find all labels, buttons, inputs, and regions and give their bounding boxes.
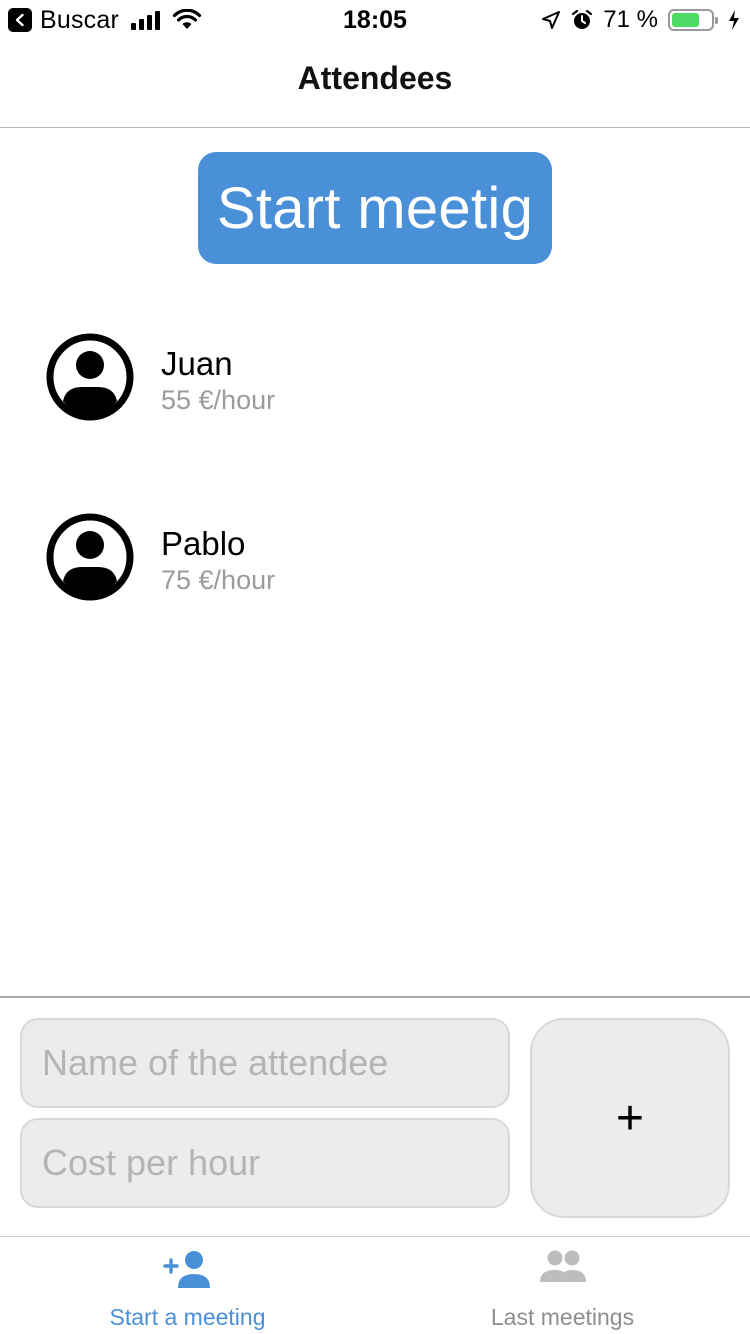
page-title: Attendees (297, 60, 453, 96)
attendee-rate: 75 €/hour (161, 565, 276, 595)
attendee-name: Juan (161, 345, 233, 382)
tab-start-a-meeting[interactable]: Start a meeting (0, 1240, 375, 1334)
battery-level-fill (672, 13, 699, 27)
tab-bar-divider (0, 1236, 750, 1237)
attendee-rate: 55 €/hour (161, 385, 276, 415)
attendee-name: Pablo (161, 525, 246, 562)
add-attendee-button[interactable]: + (530, 1018, 730, 1218)
status-bar: Buscar 18:05 71 % (0, 0, 750, 40)
battery-percentage: 71 % (603, 6, 658, 33)
attendee-list-item[interactable]: Pablo 75 €/hour (46, 513, 646, 603)
tab-label: Start a meeting (109, 1304, 266, 1330)
alarm-clock-icon (572, 9, 593, 29)
form-divider (0, 996, 750, 998)
battery-icon (668, 9, 718, 31)
cost-per-hour-input[interactable] (20, 1118, 510, 1208)
status-right: 71 % (531, 6, 740, 34)
person-avatar-icon (46, 333, 134, 421)
tab-last-meetings[interactable]: Last meetings (375, 1240, 750, 1334)
location-arrow-icon (542, 11, 561, 29)
start-meeting-button[interactable]: Start meetig (198, 152, 552, 264)
attendee-name-input[interactable] (20, 1018, 510, 1108)
tab-label: Last meetings (490, 1304, 635, 1330)
add-person-icon (162, 1251, 210, 1288)
person-avatar-icon (46, 513, 134, 601)
header-divider (0, 127, 750, 128)
charging-bolt-icon (729, 10, 739, 30)
people-icon (539, 1250, 586, 1282)
attendee-list-item[interactable]: Juan 55 €/hour (46, 333, 646, 423)
